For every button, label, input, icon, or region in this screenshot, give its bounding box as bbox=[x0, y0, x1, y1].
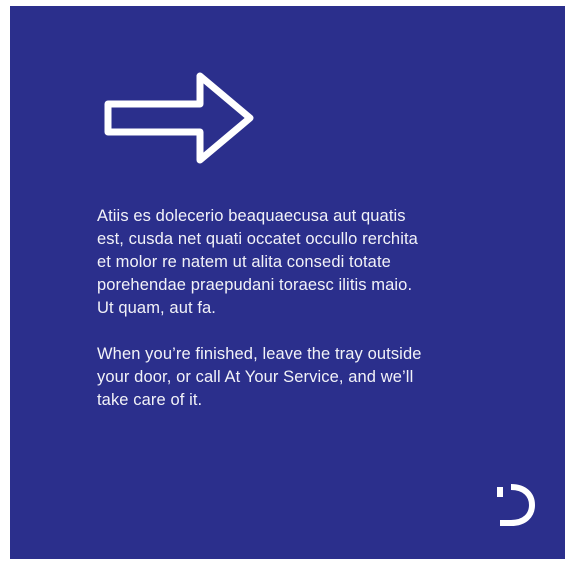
info-card: Atiis es dolecerio beaquaecusa aut quati… bbox=[10, 6, 565, 559]
d-logo bbox=[497, 484, 536, 526]
paragraph-finished: When you’re finished, leave the tray out… bbox=[97, 345, 422, 409]
instructions-text: Atiis es dolecerio beaquaecusa aut quati… bbox=[97, 205, 517, 435]
arrow-right-icon bbox=[104, 72, 254, 164]
paragraph-intro: Atiis es dolecerio beaquaecusa aut quati… bbox=[97, 207, 418, 317]
